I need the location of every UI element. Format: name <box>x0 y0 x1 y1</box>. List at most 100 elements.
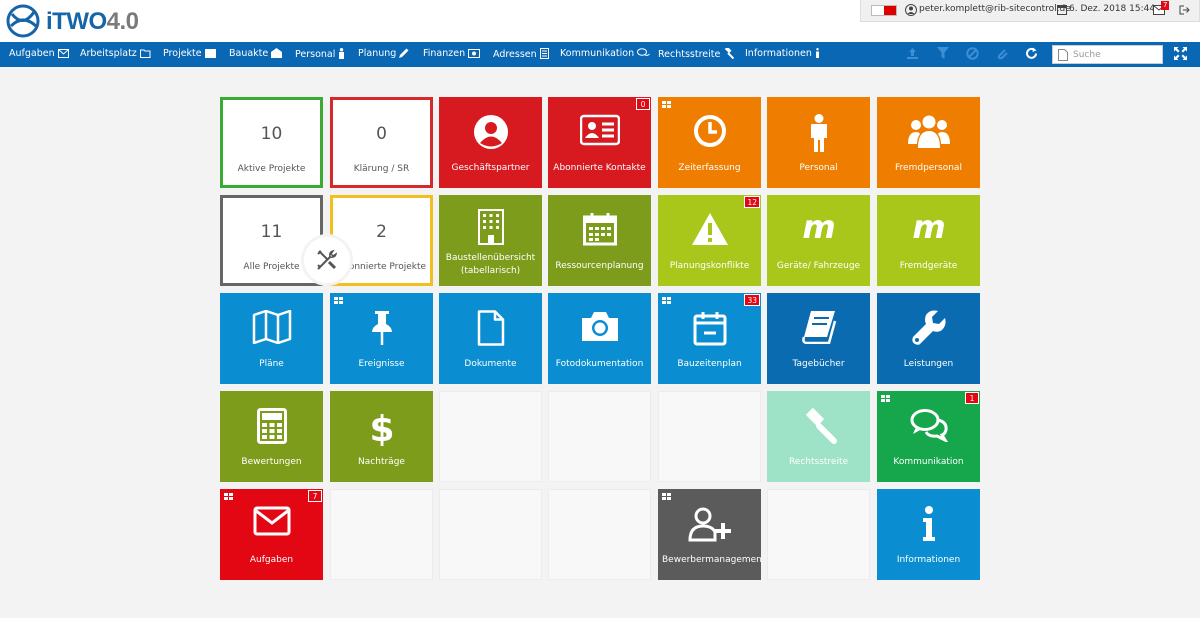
tile-plaene[interactable]: Pläne <box>220 293 323 384</box>
badge: 7 <box>308 490 322 502</box>
grid-icon <box>224 493 233 500</box>
user-icon <box>905 4 917 16</box>
nav-adressen[interactable]: Adressen <box>493 48 549 60</box>
file-icon <box>477 310 504 346</box>
tile-abonnierte-kontakte[interactable]: 0 Abonnierte Kontakte <box>548 97 651 188</box>
stat-value: 10 <box>260 124 283 144</box>
empty-slot <box>330 489 433 580</box>
paperclip-icon[interactable] <box>996 47 1009 60</box>
stat-aktive-projekte[interactable]: 10 Aktive Projekte <box>220 97 323 188</box>
person-icon <box>810 114 827 152</box>
nav-rechtsstreite[interactable]: Rechtsstreite <box>658 46 735 60</box>
machine-logo-icon: m <box>912 212 945 242</box>
language-flag-icon[interactable] <box>871 5 897 16</box>
tile-label: Pläne <box>259 359 284 369</box>
calendar-icon <box>1057 5 1067 15</box>
tile-label: Bauzeitenplan <box>677 359 742 369</box>
nav-informationen[interactable]: Informationen <box>745 48 820 59</box>
tile-label: Ereignisse <box>358 359 405 369</box>
tile-label: Zeiterfassung <box>678 163 741 173</box>
ban-icon[interactable] <box>966 47 979 60</box>
info-icon <box>922 506 935 541</box>
tile-label: Fotodokumentation <box>555 359 644 369</box>
tile-kommunikation[interactable]: 1 Kommunikation <box>877 391 980 482</box>
tile-nachtraege[interactable]: $ Nachträge <box>330 391 433 482</box>
gavel-icon <box>725 46 735 60</box>
tile-bewerbermanagement[interactable]: Bewerbermanagement <box>658 489 761 580</box>
folder-icon <box>139 49 151 58</box>
tile-dashboard: 10 Aktive Projekte 0 Klärung / SR 11 Alle P… <box>0 67 1200 618</box>
filter-icon[interactable] <box>937 47 949 60</box>
tile-label: Nachträge <box>358 457 405 467</box>
tile-zeiterfassung[interactable]: Zeiterfassung <box>658 97 761 188</box>
badge: 12 <box>744 196 760 208</box>
tile-rechtsstreite[interactable]: Rechtsstreite <box>767 391 870 482</box>
tile-label: Aufgaben <box>249 555 294 565</box>
tile-label: Bewerbermanagement <box>662 555 761 565</box>
nav-bauakte[interactable]: Bauakte <box>229 48 283 59</box>
user-panel: peter.komplett@rib-sitecontrol.de 6. Dez… <box>860 0 1200 22</box>
gavel-icon <box>805 408 837 444</box>
info-icon <box>815 48 819 58</box>
tile-leistungen[interactable]: Leistungen <box>877 293 980 384</box>
logout-icon[interactable] <box>1179 5 1190 15</box>
tile-label: Geschäftspartner <box>451 163 530 173</box>
nav-aufgaben[interactable]: Aufgaben <box>9 48 69 59</box>
tile-aufgaben[interactable]: 7 Aufgaben <box>220 489 323 580</box>
nav-arbeitsplatz[interactable]: Arbeitsplatz <box>80 48 152 59</box>
tile-label: Personal <box>799 163 838 173</box>
tile-personal[interactable]: Personal <box>767 97 870 188</box>
grid-icon <box>334 297 343 304</box>
wrench-icon <box>911 310 946 345</box>
nav-personal[interactable]: Personal <box>295 48 345 60</box>
tools-icon <box>317 249 338 270</box>
tile-geraete[interactable]: m Geräte/ Fahrzeuge <box>767 195 870 286</box>
logo-version: 4.0 <box>106 8 139 35</box>
nav-planung[interactable]: Planung <box>358 48 409 59</box>
nav-kommunikation[interactable]: Kommunikation <box>560 48 651 59</box>
dollar-icon: $ <box>371 409 393 446</box>
upload-icon[interactable] <box>906 47 919 60</box>
tile-dokumente[interactable]: Dokumente <box>439 293 542 384</box>
tile-bewertungen[interactable]: Bewertungen <box>220 391 323 482</box>
tools-hub[interactable] <box>304 237 350 283</box>
user-email[interactable]: peter.komplett@rib-sitecontrol.de <box>919 4 1071 14</box>
tile-label: Leistungen <box>903 359 954 369</box>
stat-klaerung[interactable]: 0 Klärung / SR <box>330 97 433 188</box>
comments-icon <box>637 48 651 56</box>
tile-bauzeitenplan[interactable]: 33 Bauzeitenplan <box>658 293 761 384</box>
app-logo[interactable]: iTWO4.0 <box>6 4 156 38</box>
id-card-icon <box>579 114 620 146</box>
tile-fremdgeraete[interactable]: m Fremdgeräte <box>877 195 980 286</box>
tile-ressourcenplanung[interactable]: Ressourcenplanung <box>548 195 651 286</box>
fullscreen-icon[interactable] <box>1174 47 1187 60</box>
stat-value: 11 <box>260 222 283 242</box>
top-bar: iTWO4.0 peter.komplett@rib-sitecontrol.d… <box>0 0 1200 42</box>
tile-informationen[interactable]: Informationen <box>877 489 980 580</box>
search-input[interactable]: Suche <box>1052 45 1163 64</box>
tile-ereignisse[interactable]: Ereignisse <box>330 293 433 384</box>
nav-finanzen[interactable]: Finanzen <box>423 48 481 59</box>
tile-geschaeftspartner[interactable]: Geschäftspartner <box>439 97 542 188</box>
users-icon <box>907 115 950 148</box>
tile-tagebuecher[interactable]: Tagebücher <box>767 293 870 384</box>
search-placeholder: Suche <box>1073 50 1101 60</box>
address-book-icon <box>539 48 549 59</box>
refresh-icon[interactable] <box>1025 47 1038 60</box>
tile-fotodokumentation[interactable]: Fotodokumentation <box>548 293 651 384</box>
tile-planungskonflikte[interactable]: 12 Planungskonflikte <box>658 195 761 286</box>
stat-value: 2 <box>376 222 387 242</box>
pencil-icon <box>399 48 409 58</box>
tile-label: Geräte/ Fahrzeuge <box>776 261 861 271</box>
nav-projekte[interactable]: Projekte <box>163 48 216 59</box>
clock-icon <box>693 115 726 147</box>
tile-fremdpersonal[interactable]: Fremdpersonal <box>877 97 980 188</box>
comments-icon <box>910 409 948 442</box>
tile-label: Kommunikation <box>893 457 964 467</box>
tile-label: Dokumente <box>464 359 517 369</box>
stat-value: 0 <box>376 124 387 144</box>
book-icon <box>801 311 836 344</box>
tile-baustellenuebersicht[interactable]: Baustellenübersicht (tabellarisch) <box>439 195 542 286</box>
badge: 1 <box>965 392 979 404</box>
empty-slot <box>439 489 542 580</box>
